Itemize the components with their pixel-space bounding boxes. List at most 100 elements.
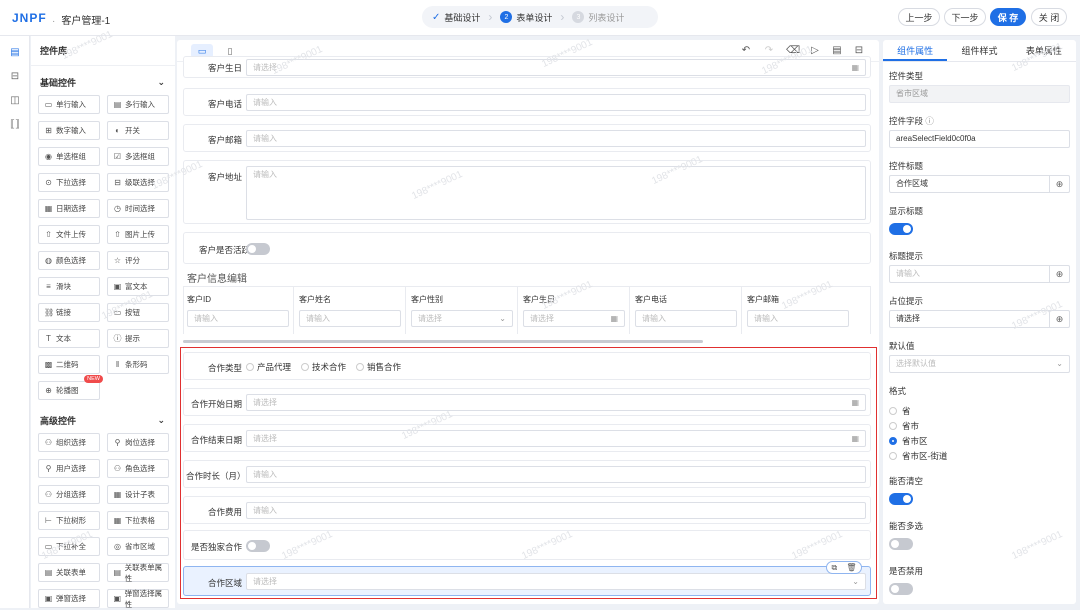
format-province[interactable]: 省	[889, 405, 911, 417]
widget-basic-19[interactable]: ⓘ 提示	[107, 329, 169, 348]
end-date-row[interactable]: 合作结束日期 请选择 ▦	[183, 424, 871, 452]
default-select[interactable]: 选择默认值 ⌄	[889, 355, 1070, 373]
widget-advanced-2[interactable]: ⚲ 用户选择	[38, 459, 100, 478]
copy-icon[interactable]: ⧉	[832, 563, 838, 573]
title-input[interactable]: 合作区域 ⊕	[889, 175, 1070, 193]
end-date-input[interactable]: 请选择 ▦	[246, 430, 866, 447]
start-date-input[interactable]: 请选择 ▦	[246, 394, 866, 411]
birthday-input[interactable]: 请选择 ▦	[246, 59, 866, 76]
globe-icon[interactable]: ⊕	[1049, 176, 1069, 192]
step-list-design[interactable]: 3 列表设计	[572, 11, 624, 24]
widget-basic-4[interactable]: ◉ 单选框组	[38, 147, 100, 166]
widget-advanced-8[interactable]: ▭ 下拉补全	[38, 537, 100, 556]
horizontal-scrollbar[interactable]	[183, 340, 703, 343]
fee-input[interactable]: 请输入	[246, 502, 866, 519]
widget-basic-7[interactable]: ⊟ 级联选择	[107, 173, 169, 192]
subtable-cell-input[interactable]: 请选择 ⌄	[411, 310, 513, 327]
exclusive-switch[interactable]	[246, 540, 270, 552]
tip-input[interactable]: 请输入 ⊕	[889, 265, 1070, 283]
widget-basic-0[interactable]: ▭ 单行输入	[38, 95, 100, 114]
widget-advanced-12[interactable]: ▣ 弹窗选择	[38, 589, 100, 608]
subtable-cell-input[interactable]: 请输入	[635, 310, 737, 327]
format-province-city[interactable]: 省市	[889, 420, 919, 432]
placeholder-input[interactable]: 请选择 ⊕	[889, 310, 1070, 328]
format-province-city-district-street[interactable]: 省市区-街道	[889, 450, 947, 462]
widget-basic-5[interactable]: ☑ 多选框组	[107, 147, 169, 166]
tab-component-props[interactable]: 组件属性	[883, 40, 948, 61]
active-switch[interactable]	[246, 243, 270, 255]
widget-basic-8[interactable]: ▦ 日期选择	[38, 199, 100, 218]
widget-basic-12[interactable]: ◍ 颜色选择	[38, 251, 100, 270]
basic-section-header[interactable]: 基础控件 ⌄	[31, 72, 175, 92]
close-button[interactable]: 关 闭	[1031, 8, 1067, 26]
widget-advanced-13[interactable]: ▣ 弹窗选择属性	[107, 589, 169, 609]
next-button[interactable]: 下一步	[944, 8, 986, 26]
tab-component-style[interactable]: 组件样式	[947, 40, 1011, 61]
field-input[interactable]: areaSelectField0c0f0a	[889, 130, 1070, 148]
region-select[interactable]: 请选择 ⌄	[246, 573, 866, 590]
widget-basic-13[interactable]: ☆ 评分	[107, 251, 169, 270]
subtable-cell-input[interactable]: 请选择 ▦	[523, 310, 625, 327]
disabled-switch[interactable]	[889, 583, 913, 595]
step-form-design[interactable]: 2 表单设计	[500, 11, 552, 24]
subtable[interactable]: 客户信息编辑 客户ID 请输入 客户姓名 请输入 客户性别 请选择 ⌄ 客户生日 请选择 ▦ 客户电…	[183, 268, 871, 344]
widget-basic-21[interactable]: ‖ 条形码	[107, 355, 169, 374]
multiple-switch[interactable]	[889, 538, 913, 550]
widget-advanced-3[interactable]: ⚇ 角色选择	[107, 459, 169, 478]
coop-type-row[interactable]: 合作类型 产品代理 技术合作 销售合作	[183, 352, 871, 380]
widget-advanced-11[interactable]: ▤ 关联表单属性	[107, 563, 169, 583]
widget-basic-9[interactable]: ◷ 时间选择	[107, 199, 169, 218]
phone-row[interactable]: 客户电话 请输入	[183, 88, 871, 116]
radio-tech-coop[interactable]: 技术合作	[301, 361, 346, 373]
widget-basic-14[interactable]: ≡ 滑块	[38, 277, 100, 296]
widget-advanced-4[interactable]: ⚇ 分组选择	[38, 485, 100, 504]
region-row[interactable]: 合作区域 请选择 ⌄ ⧉ 🗑	[183, 561, 871, 596]
widget-basic-22[interactable]: ⊕ 轮播图 NEW	[38, 375, 103, 400]
widget-advanced-5[interactable]: ▦ 设计子表	[107, 485, 169, 504]
clearable-switch[interactable]	[889, 493, 913, 505]
widget-basic-20[interactable]: ▩ 二维码	[38, 355, 100, 374]
widget-basic-10[interactable]: ⇧ 文件上传	[38, 225, 100, 244]
radio-sales-coop[interactable]: 销售合作	[356, 361, 401, 373]
prev-button[interactable]: 上一步	[898, 8, 940, 26]
widget-basic-1[interactable]: ▤ 多行输入	[107, 95, 169, 114]
radio-product-agent[interactable]: 产品代理	[246, 361, 291, 373]
address-row[interactable]: 客户地址 请输入	[183, 160, 871, 224]
widget-library-icon[interactable]: ▤	[8, 46, 22, 60]
subtable-cell-input[interactable]: 请输入	[747, 310, 849, 327]
widget-basic-2[interactable]: ⊞ 数字输入	[38, 121, 100, 140]
widget-basic-16[interactable]: ⛓ 链接	[38, 303, 100, 322]
email-row[interactable]: 客户邮箱 请输入	[183, 124, 871, 152]
widget-basic-6[interactable]: ⊙ 下拉选择	[38, 173, 100, 192]
widget-advanced-6[interactable]: ⊢ 下拉树形	[38, 511, 100, 530]
widget-advanced-9[interactable]: ◎ 省市区域	[107, 537, 169, 556]
advanced-section-header[interactable]: 高级控件 ⌄	[31, 410, 175, 430]
widget-advanced-10[interactable]: ▤ 关联表单	[38, 563, 100, 582]
widget-basic-3[interactable]: ◐ 开关	[107, 121, 169, 140]
widget-advanced-1[interactable]: ⚲ 岗位选择	[107, 433, 169, 452]
start-date-row[interactable]: 合作开始日期 请选择 ▦	[183, 388, 871, 416]
code-icon[interactable]: ⟦⟧	[8, 118, 22, 132]
email-input[interactable]: 请输入	[246, 130, 866, 147]
widget-basic-11[interactable]: ⇧ 图片上传	[107, 225, 169, 244]
fee-row[interactable]: 合作费用 请输入	[183, 496, 871, 524]
widget-advanced-7[interactable]: ▦ 下拉表格	[107, 511, 169, 530]
tab-form-props[interactable]: 表单属性	[1012, 40, 1076, 61]
address-textarea[interactable]: 请输入	[246, 166, 866, 220]
phone-input[interactable]: 请输入	[246, 94, 866, 111]
save-button[interactable]: 保 存	[990, 8, 1026, 26]
layout-icon[interactable]: ◫	[8, 94, 22, 108]
exclusive-row[interactable]: 是否独家合作	[183, 530, 871, 560]
subtable-cell-input[interactable]: 请输入	[187, 310, 289, 327]
outline-tree-icon[interactable]: ⊟	[8, 70, 22, 84]
widget-basic-18[interactable]: T 文本	[38, 329, 100, 348]
show-title-switch[interactable]	[889, 223, 913, 235]
delete-icon[interactable]: 🗑	[846, 563, 856, 572]
birthday-row[interactable]: 客户生日 请选择 ▦	[183, 56, 871, 78]
duration-input[interactable]: 请输入	[246, 466, 866, 483]
widget-basic-17[interactable]: ▭ 按钮	[107, 303, 169, 322]
globe-icon[interactable]: ⊕	[1049, 311, 1069, 327]
globe-icon[interactable]: ⊕	[1049, 266, 1069, 282]
step-basic-design[interactable]: ✓ 基础设计	[432, 11, 480, 24]
widget-basic-15[interactable]: ▣ 富文本	[107, 277, 169, 296]
